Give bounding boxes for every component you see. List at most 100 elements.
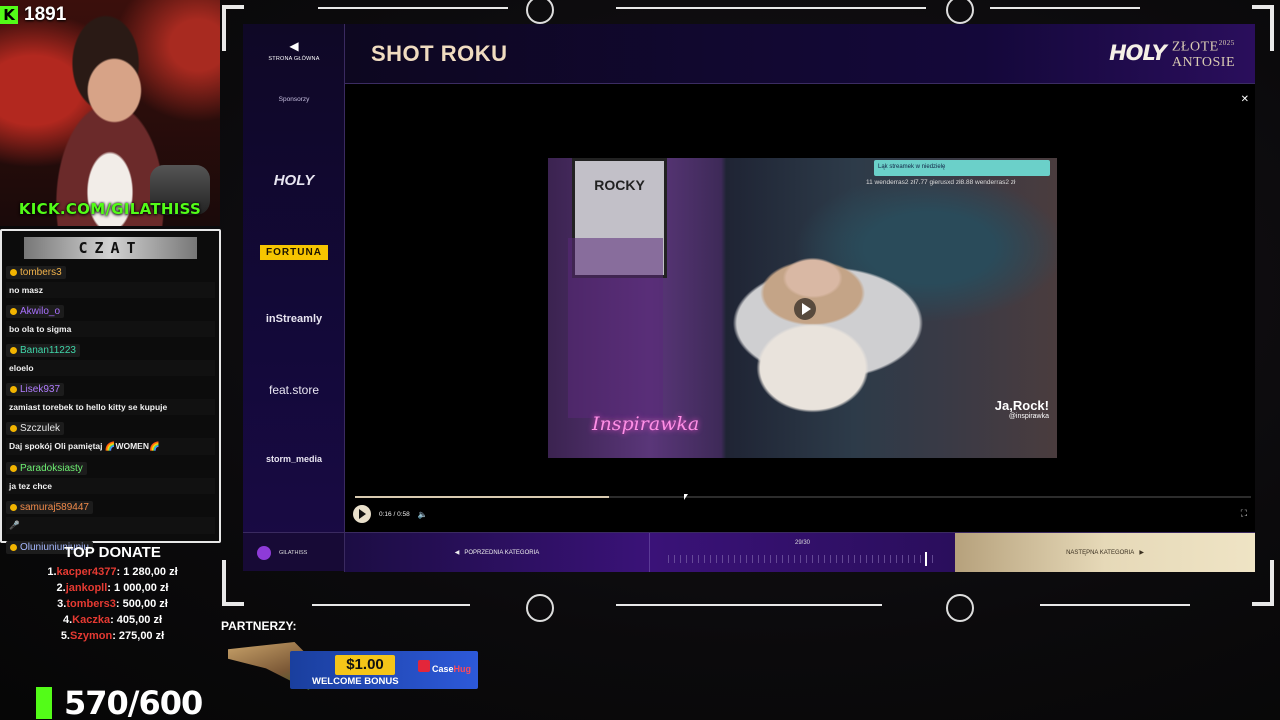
webcam-feed	[0, 0, 220, 226]
chat-message: Akwilo_o bo ola to sigma	[6, 302, 215, 337]
donate-amount: : 275,00 zł	[112, 630, 165, 642]
video-progress-fill	[355, 496, 610, 498]
close-icon[interactable]: ✕	[1241, 94, 1249, 105]
next-category-button[interactable]: NASTĘPNA KATEGORIA ▶	[955, 533, 1255, 572]
donation-goal: 570/600	[36, 684, 203, 720]
goal-icon	[36, 687, 52, 719]
donate-amount: : 1 000,00 zł	[107, 582, 169, 594]
chat-text: zamiast torebek to hello kitty se kupuje	[6, 399, 215, 415]
promo-price: $1.00	[335, 655, 395, 675]
donate-rank: 3.	[57, 598, 67, 610]
back-button[interactable]: ◀ STRONA GŁÓWNA	[243, 39, 345, 62]
chat-username-text: Akwilo_o	[20, 306, 61, 317]
chat-message: Lisek937 zamiast torebek to hello kitty s…	[6, 380, 215, 415]
donate-name: tombers3	[66, 598, 116, 610]
chat-username-text: Lisek937	[20, 384, 61, 395]
fullscreen-icon[interactable]: ⛶	[1241, 508, 1247, 519]
donate-name: kacper4377	[56, 566, 117, 578]
chat-username[interactable]: Lisek937	[6, 383, 65, 396]
user-profile[interactable]: GILATHISS	[243, 533, 345, 572]
chat-text: eloelo	[6, 360, 215, 376]
chat-username[interactable]: Szczulek	[6, 422, 65, 435]
sponsor-instreamly[interactable]: inStreamly	[243, 313, 345, 325]
chat-username[interactable]: Akwilo_o	[6, 305, 65, 318]
promo-brand-b: Hug	[453, 664, 472, 674]
frame-line	[312, 604, 470, 606]
chat-text: ja tez chce	[6, 478, 215, 494]
promo-brand: CaseHug	[416, 664, 471, 674]
donate-amount: : 405,00 zł	[110, 614, 163, 626]
badge-icon	[10, 308, 17, 315]
video-player[interactable]: ROCKY Inspirawka Ląk streamek w niedziel…	[548, 158, 1057, 458]
frame-line	[616, 604, 882, 606]
donate-rank: 4.	[62, 614, 73, 626]
chat-title: CZAT	[24, 237, 197, 259]
avatar	[257, 545, 271, 560]
video-controls: 0:16 / 0:58 🔈	[353, 505, 428, 523]
donate-amount: : 1 280,00 zł	[116, 566, 178, 578]
frame-corner	[222, 5, 226, 51]
counter-ticks	[668, 555, 938, 563]
frame-corner	[222, 5, 244, 9]
frame-corner	[222, 560, 226, 606]
chat-text: Daj spokój Oli pamiętaj 🌈WOMEN🌈	[6, 438, 215, 455]
donate-rank: 2.	[56, 582, 66, 594]
viewer-number: 1891	[24, 4, 67, 25]
sponsor-featstore[interactable]: feat.store	[243, 383, 345, 397]
frame-line	[1040, 604, 1190, 606]
voting-app: ◀ STRONA GŁÓWNA Sponsorzy HOLY FORTUNA i…	[243, 24, 1255, 572]
chat-username-text: Szczulek	[20, 423, 61, 434]
category-counter: 29/30	[650, 533, 955, 572]
chat-username[interactable]: Paradoksiasty	[6, 462, 87, 475]
badge-icon	[10, 504, 17, 511]
mouse-cursor	[684, 494, 688, 500]
donate-name: Szymon	[70, 630, 113, 642]
promo-bonus: WELCOME BONUS	[312, 676, 399, 687]
app-footer: GILATHISS ◀ POPRZEDNIA KATEGORIA 29/30 N…	[243, 532, 1255, 572]
chat-list: tombers3 no masz Akwilo_o bo ola to sigma Ba…	[2, 263, 219, 556]
play-overlay-icon[interactable]	[794, 298, 816, 320]
next-label: NASTĘPNA KATEGORIA	[1066, 549, 1135, 556]
chat-username-text: tombers3	[20, 267, 62, 278]
poster-text: ROCKY	[594, 177, 645, 193]
watermark-handle: @inspirawka	[1008, 413, 1049, 420]
chat-username[interactable]: Banan11223	[6, 344, 80, 357]
video-tickers: 11 wenderras2 zł7.77 gierusxd zł8.88 wen…	[866, 179, 1016, 186]
watermark-title: Ja,Rock!	[994, 398, 1049, 413]
zlote-antosie-logo: ZŁOTE2025 ANTOSIE	[1172, 36, 1235, 70]
arrow-left-icon: ◀	[289, 39, 299, 53]
promo-banner: $1.00 WELCOME BONUS CaseHug	[228, 640, 478, 696]
chat-message: Banan11223 eloelo	[6, 341, 215, 376]
badge-icon	[10, 347, 17, 354]
top-donate-title: TOP DONATE	[64, 544, 161, 561]
chat-username[interactable]: tombers3	[6, 266, 66, 279]
volume-icon[interactable]: 🔈	[418, 510, 428, 519]
frame-corner	[1270, 5, 1274, 51]
goal-value: 570/600	[64, 684, 203, 720]
partners-label: PARTNERZY:	[221, 619, 297, 633]
logo-line2: ANTOSIE	[1171, 54, 1235, 70]
badge-icon	[10, 269, 17, 276]
chat-username[interactable]: samuraj589447	[6, 501, 93, 514]
badge-icon	[10, 386, 17, 393]
chat-panel: CZAT tombers3 no masz Akwilo_o bo ola to si…	[0, 229, 221, 554]
sponsor-holy[interactable]: HOLY	[243, 172, 345, 189]
video-chat-panel	[568, 238, 663, 418]
sponsor-logo-icon	[526, 594, 554, 622]
frame-line	[318, 7, 508, 9]
logo-line1: ZŁOTE	[1171, 39, 1219, 55]
sponsor-stormmedia[interactable]: storm_media	[243, 454, 345, 464]
video-progress-bar[interactable]	[355, 496, 1251, 498]
play-icon[interactable]	[353, 505, 371, 523]
sponsors-label: Sponsorzy	[278, 96, 310, 103]
chat-message: Paradoksiasty ja tez chce	[6, 459, 215, 494]
frame-line	[990, 7, 1140, 9]
category-title: SHOT ROKU	[371, 41, 508, 66]
top-donate: TOP DONATE 1.kacper4377: 1 280,00 zł 2.ja…	[0, 544, 225, 644]
video-watermark: Ja,Rock! @inspirawka	[995, 398, 1049, 420]
frame-corner	[222, 602, 244, 606]
chat-username-text: Paradoksiasty	[20, 463, 83, 474]
promo-brand-a: Case	[432, 664, 454, 674]
sponsor-fortuna[interactable]: FORTUNA	[243, 242, 345, 260]
previous-category-button[interactable]: ◀ POPRZEDNIA KATEGORIA	[345, 533, 650, 572]
